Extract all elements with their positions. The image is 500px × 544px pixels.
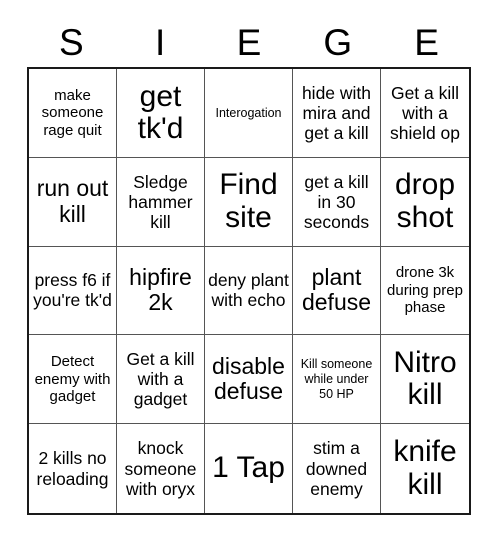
bingo-cell[interactable]: get tk'd <box>117 69 205 158</box>
bingo-cell-label: make someone rage quit <box>41 86 104 139</box>
bingo-cell[interactable]: Interogation <box>205 69 293 158</box>
bingo-cell[interactable]: make someone rage quit <box>29 69 117 158</box>
bingo-cell-label: Sledge hammer kill <box>128 171 193 232</box>
bingo-cell[interactable]: Get a kill with a gadget <box>117 335 205 425</box>
bingo-cell-label: run out kill <box>36 174 109 227</box>
bingo-cell-label: Nitro kill <box>393 345 457 412</box>
bingo-cell-label: plant defuse <box>301 263 372 316</box>
bingo-cell[interactable]: deny plant with echo <box>205 246 293 336</box>
bingo-cell[interactable]: drone 3k during prep phase <box>381 246 469 336</box>
bingo-header-letter-1: I <box>155 21 166 63</box>
bingo-cell[interactable]: stim a downed enemy <box>293 424 381 513</box>
bingo-cell-label: Get a kill with a gadget <box>126 349 195 410</box>
bingo-header-letter-0: S <box>59 21 84 63</box>
bingo-cell-label: knock someone with oryx <box>124 438 197 499</box>
bingo-cell[interactable]: knife kill <box>381 424 469 513</box>
bingo-cell[interactable]: run out kill <box>29 157 117 247</box>
bingo-cell[interactable]: press f6 if you're tk'd <box>29 246 117 336</box>
bingo-cell[interactable]: 2 kills no reloading <box>29 424 117 513</box>
bingo-cell[interactable]: plant defuse <box>293 246 381 336</box>
bingo-cell-label: get tk'd <box>137 79 184 145</box>
bingo-header-letter-4: E <box>414 21 439 63</box>
bingo-cell-label: Get a kill with a shield op <box>389 82 461 143</box>
bingo-cell-label: stim a downed enemy <box>305 438 368 499</box>
bingo-cell-label: 1 Tap <box>212 451 285 485</box>
bingo-cell[interactable]: disable defuse <box>205 335 293 425</box>
bingo-cell[interactable]: Kill someone while under 50 HP <box>293 335 381 425</box>
bingo-cell[interactable]: drop shot <box>381 157 469 247</box>
bingo-cell-label: drop shot <box>394 168 456 234</box>
bingo-header: SIEGE <box>27 18 471 66</box>
bingo-cell-label: press f6 if you're tk'd <box>33 270 112 311</box>
bingo-cell-label: 2 kills no reloading <box>36 448 109 489</box>
bingo-cell-label: Find site <box>219 168 278 234</box>
bingo-cell-label: Detect enemy with gadget <box>34 353 111 405</box>
bingo-cell[interactable]: Find site <box>205 157 293 247</box>
bingo-cell[interactable]: knock someone with oryx <box>117 424 205 513</box>
bingo-cell[interactable]: hide with mira and get a kill <box>293 69 381 158</box>
bingo-cell[interactable]: Detect enemy with gadget <box>29 335 117 425</box>
bingo-grid: make someone rage quit get tk'd Interogati… <box>27 67 471 515</box>
bingo-header-letter-3: G <box>323 21 353 63</box>
bingo-cell[interactable]: Sledge hammer kill <box>117 157 205 247</box>
bingo-cell[interactable]: hipfire 2k <box>117 246 205 336</box>
bingo-cell-label: knife kill <box>393 435 457 501</box>
bingo-cell[interactable]: 1 Tap <box>205 424 293 513</box>
bingo-cell-label: Interogation <box>215 105 282 120</box>
bingo-cell-label: Kill someone while under 50 HP <box>300 357 373 401</box>
bingo-cell-label: hipfire 2k <box>129 263 192 316</box>
bingo-cell[interactable]: Get a kill with a shield op <box>381 69 469 158</box>
bingo-cell-label: disable defuse <box>212 352 285 405</box>
bingo-card: S I E G E make someone rage quit get tk'd Inte… <box>0 0 500 544</box>
bingo-cell-label: drone 3k during prep phase <box>387 264 463 317</box>
bingo-cell[interactable]: Nitro kill <box>381 335 469 425</box>
bingo-cell-label: hide with mira and get a kill <box>301 82 372 143</box>
bingo-cell[interactable]: get a kill in 30 seconds <box>293 157 381 247</box>
bingo-cell-label: get a kill in 30 seconds <box>303 171 370 232</box>
bingo-cell-label: deny plant with echo <box>208 270 289 311</box>
bingo-header-letter-2: E <box>236 21 262 63</box>
